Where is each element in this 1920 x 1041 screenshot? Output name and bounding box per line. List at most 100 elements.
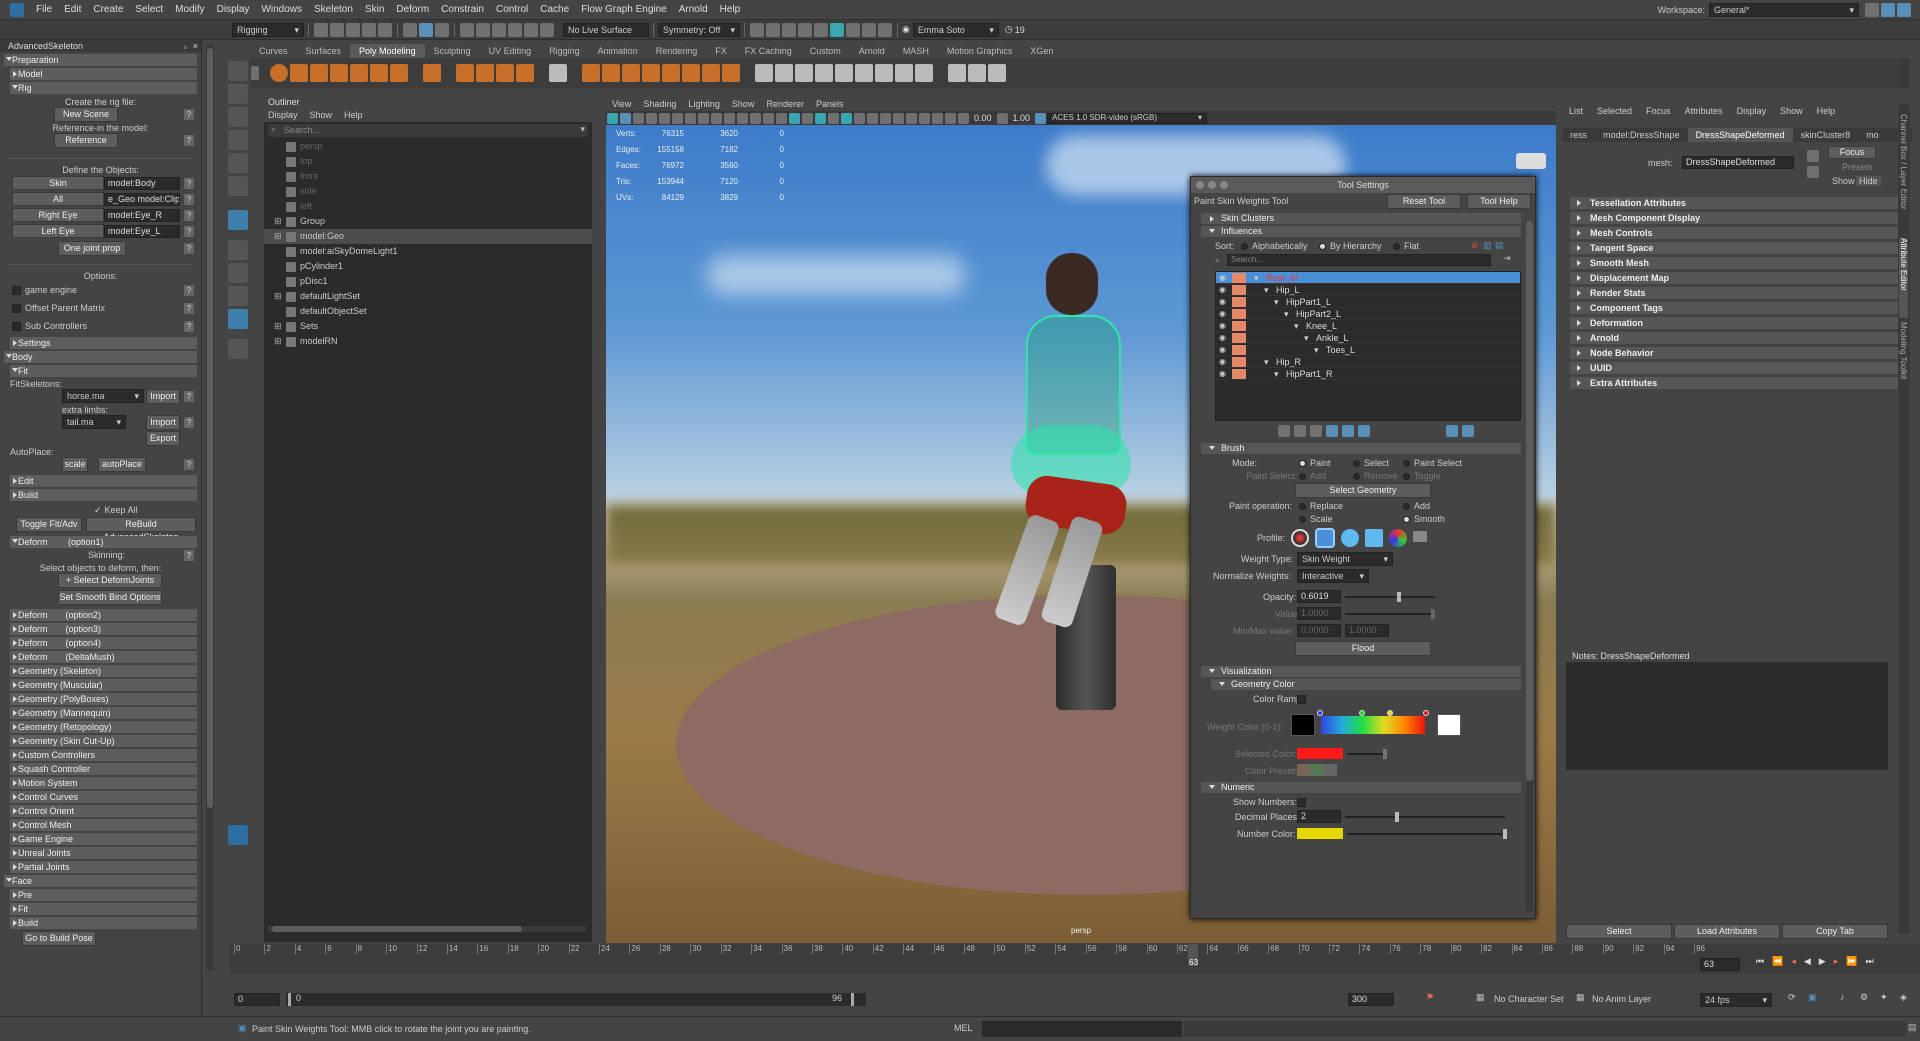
section-deform-option3[interactable]: Deform (option3): [10, 623, 197, 635]
lock-icon[interactable]: [1232, 309, 1246, 319]
viewport-menu-shading[interactable]: Shading: [643, 98, 676, 111]
grid-icon[interactable]: [685, 112, 696, 124]
boolean-icon[interactable]: [622, 64, 640, 82]
section-brush[interactable]: Brush: [1201, 443, 1521, 454]
shelf-tab-fx-caching[interactable]: FX Caching: [736, 44, 801, 58]
lights-icon[interactable]: [841, 112, 852, 124]
value-slider[interactable]: [1345, 609, 1435, 619]
wireframe-icon[interactable]: [776, 112, 787, 124]
reset-tool-button[interactable]: Reset Tool: [1387, 194, 1461, 209]
grease-pencil-icon[interactable]: [672, 112, 683, 124]
expand-icon[interactable]: ⊞: [274, 334, 282, 349]
focus-button[interactable]: Focus: [1828, 146, 1876, 159]
help-icon[interactable]: ?: [184, 303, 194, 314]
section-face-build[interactable]: Build: [10, 917, 197, 929]
user-icon[interactable]: ◉: [902, 24, 910, 35]
exposure-icon[interactable]: [958, 112, 969, 124]
eye-icon[interactable]: ◉: [1219, 332, 1226, 344]
type-icon[interactable]: [496, 64, 514, 82]
colorspace-dropdown[interactable]: ACES 1.0 SDR-video (sRGB) ▾: [1047, 112, 1208, 124]
menu-item-arnold[interactable]: Arnold: [673, 0, 714, 20]
copy-tab-button[interactable]: Copy Tab: [1782, 924, 1888, 939]
help-icon[interactable]: ?: [184, 417, 194, 428]
value-slider-knob[interactable]: [1431, 609, 1435, 619]
scrollbar[interactable]: [268, 926, 586, 932]
step-forward-frame-icon[interactable]: ▸: [1834, 956, 1839, 967]
help-icon[interactable]: ?: [184, 226, 194, 237]
super-shape-icon[interactable]: [456, 64, 474, 82]
bevel-icon[interactable]: [722, 64, 740, 82]
exposure-value[interactable]: 0.00: [974, 113, 992, 123]
loop-icon[interactable]: ⟳: [1788, 992, 1796, 1003]
section-control-curves[interactable]: Control Curves: [10, 791, 197, 803]
collapse-icon[interactable]: ▾: [1264, 284, 1269, 296]
section-unreal-joints[interactable]: Unreal Joints: [10, 847, 197, 859]
ae-menu-list[interactable]: List: [1569, 106, 1583, 116]
play-backward-icon[interactable]: ◀: [1804, 956, 1811, 967]
show-numbers-checkbox[interactable]: [1297, 798, 1306, 807]
planar-uv-icon[interactable]: [968, 64, 986, 82]
collapse-icon[interactable]: ▾: [1274, 368, 1279, 380]
bookmark-icon[interactable]: [633, 112, 644, 124]
section-edit[interactable]: Edit: [10, 475, 197, 487]
menu-item-create[interactable]: Create: [87, 0, 129, 20]
weight-type-dropdown[interactable]: Skin Weight ▾: [1297, 552, 1393, 566]
panel-toggle-icon[interactable]: [1865, 3, 1879, 17]
add-influence-icon[interactable]: [1278, 425, 1290, 437]
ae-section-node-behavior[interactable]: Node Behavior: [1570, 347, 1904, 359]
menu-item-help[interactable]: Help: [714, 0, 747, 20]
help-icon[interactable]: ?: [184, 178, 194, 189]
influence-row[interactable]: ◉ ▾ Hip_R: [1216, 356, 1520, 368]
ipr-icon[interactable]: [782, 22, 796, 37]
collapse-icon[interactable]: ▾: [1264, 356, 1269, 368]
color-management-icon[interactable]: [1035, 112, 1047, 124]
ae-section-mesh-component-display[interactable]: Mesh Component Display: [1570, 212, 1904, 224]
right-eye-field[interactable]: model:Eye_R: [104, 209, 180, 222]
anim-layer-label[interactable]: No Anim Layer: [1592, 994, 1651, 1004]
section-fit[interactable]: Fit: [10, 365, 197, 377]
keep-all-check-icon[interactable]: ✓: [94, 505, 102, 515]
lock-icon[interactable]: [1232, 297, 1246, 307]
script-language-button[interactable]: MEL: [954, 1023, 973, 1033]
section-model[interactable]: Model: [10, 68, 197, 80]
weight-color-ramp[interactable]: [1321, 716, 1425, 734]
shelf-tab-sculpting[interactable]: Sculpting: [425, 44, 480, 58]
section-partial-joints[interactable]: Partial Joints: [10, 861, 197, 873]
shelf-tab-animation[interactable]: Animation: [589, 44, 647, 58]
new-scene-button[interactable]: New Scene: [54, 107, 118, 122]
min-value-field[interactable]: 0.0000: [1297, 624, 1341, 637]
view-cube[interactable]: [1516, 153, 1546, 169]
section-deform-deltamush[interactable]: Deform (DeltaMush): [10, 651, 197, 663]
auto-key-icon[interactable]: ⚑: [1426, 992, 1434, 1003]
shelf-tab-custom[interactable]: Custom: [801, 44, 850, 58]
ramp-key-icon[interactable]: [1317, 710, 1323, 716]
profile-solid-icon[interactable]: [1341, 529, 1359, 547]
menu-item-modify[interactable]: Modify: [169, 0, 210, 20]
section-deform-option1[interactable]: Deform (option1): [10, 536, 197, 548]
influence-row[interactable]: ◉ ▾ HipPart1_L: [1216, 296, 1520, 308]
lock-icon[interactable]: [1232, 321, 1246, 331]
opacity-slider[interactable]: [1345, 592, 1435, 602]
shelf-menu-icon[interactable]: [251, 66, 259, 80]
outliner-search-bar[interactable]: ⌕ Search... ▾: [268, 124, 588, 137]
selected-color-swatch[interactable]: [1297, 748, 1343, 759]
eye-icon[interactable]: ◉: [1219, 320, 1226, 332]
step-back-key-icon[interactable]: ⏪: [1772, 956, 1783, 967]
mode-paint-select-radio[interactable]: [1403, 460, 1410, 468]
menu-item-flow-graph-engine[interactable]: Flow Graph Engine: [575, 0, 673, 20]
section-geometry-color[interactable]: Geometry Color: [1211, 679, 1521, 690]
select-button[interactable]: Select: [1566, 924, 1672, 939]
section-geometry-skin-cut-up[interactable]: Geometry (Skin Cut-Up): [10, 735, 197, 747]
scale-button[interactable]: scale: [62, 457, 88, 472]
four-pane-icon[interactable]: [228, 263, 248, 283]
ae-section-tangent-space[interactable]: Tangent Space: [1570, 242, 1904, 254]
collapse-icon[interactable]: [855, 64, 873, 82]
scrollbar-thumb[interactable]: [1526, 221, 1533, 781]
section-visualization[interactable]: Visualization: [1201, 666, 1521, 677]
outliner-item[interactable]: model:aiSkyDomeLight1: [264, 244, 592, 259]
number-color-swatch[interactable]: [1297, 828, 1343, 839]
collapse-icon[interactable]: ▾: [1254, 272, 1259, 284]
scrollbar[interactable]: [1526, 221, 1533, 911]
collapse-list-icon[interactable]: [1462, 425, 1474, 437]
all-field[interactable]: e_Geo model:Clip: [104, 193, 180, 206]
